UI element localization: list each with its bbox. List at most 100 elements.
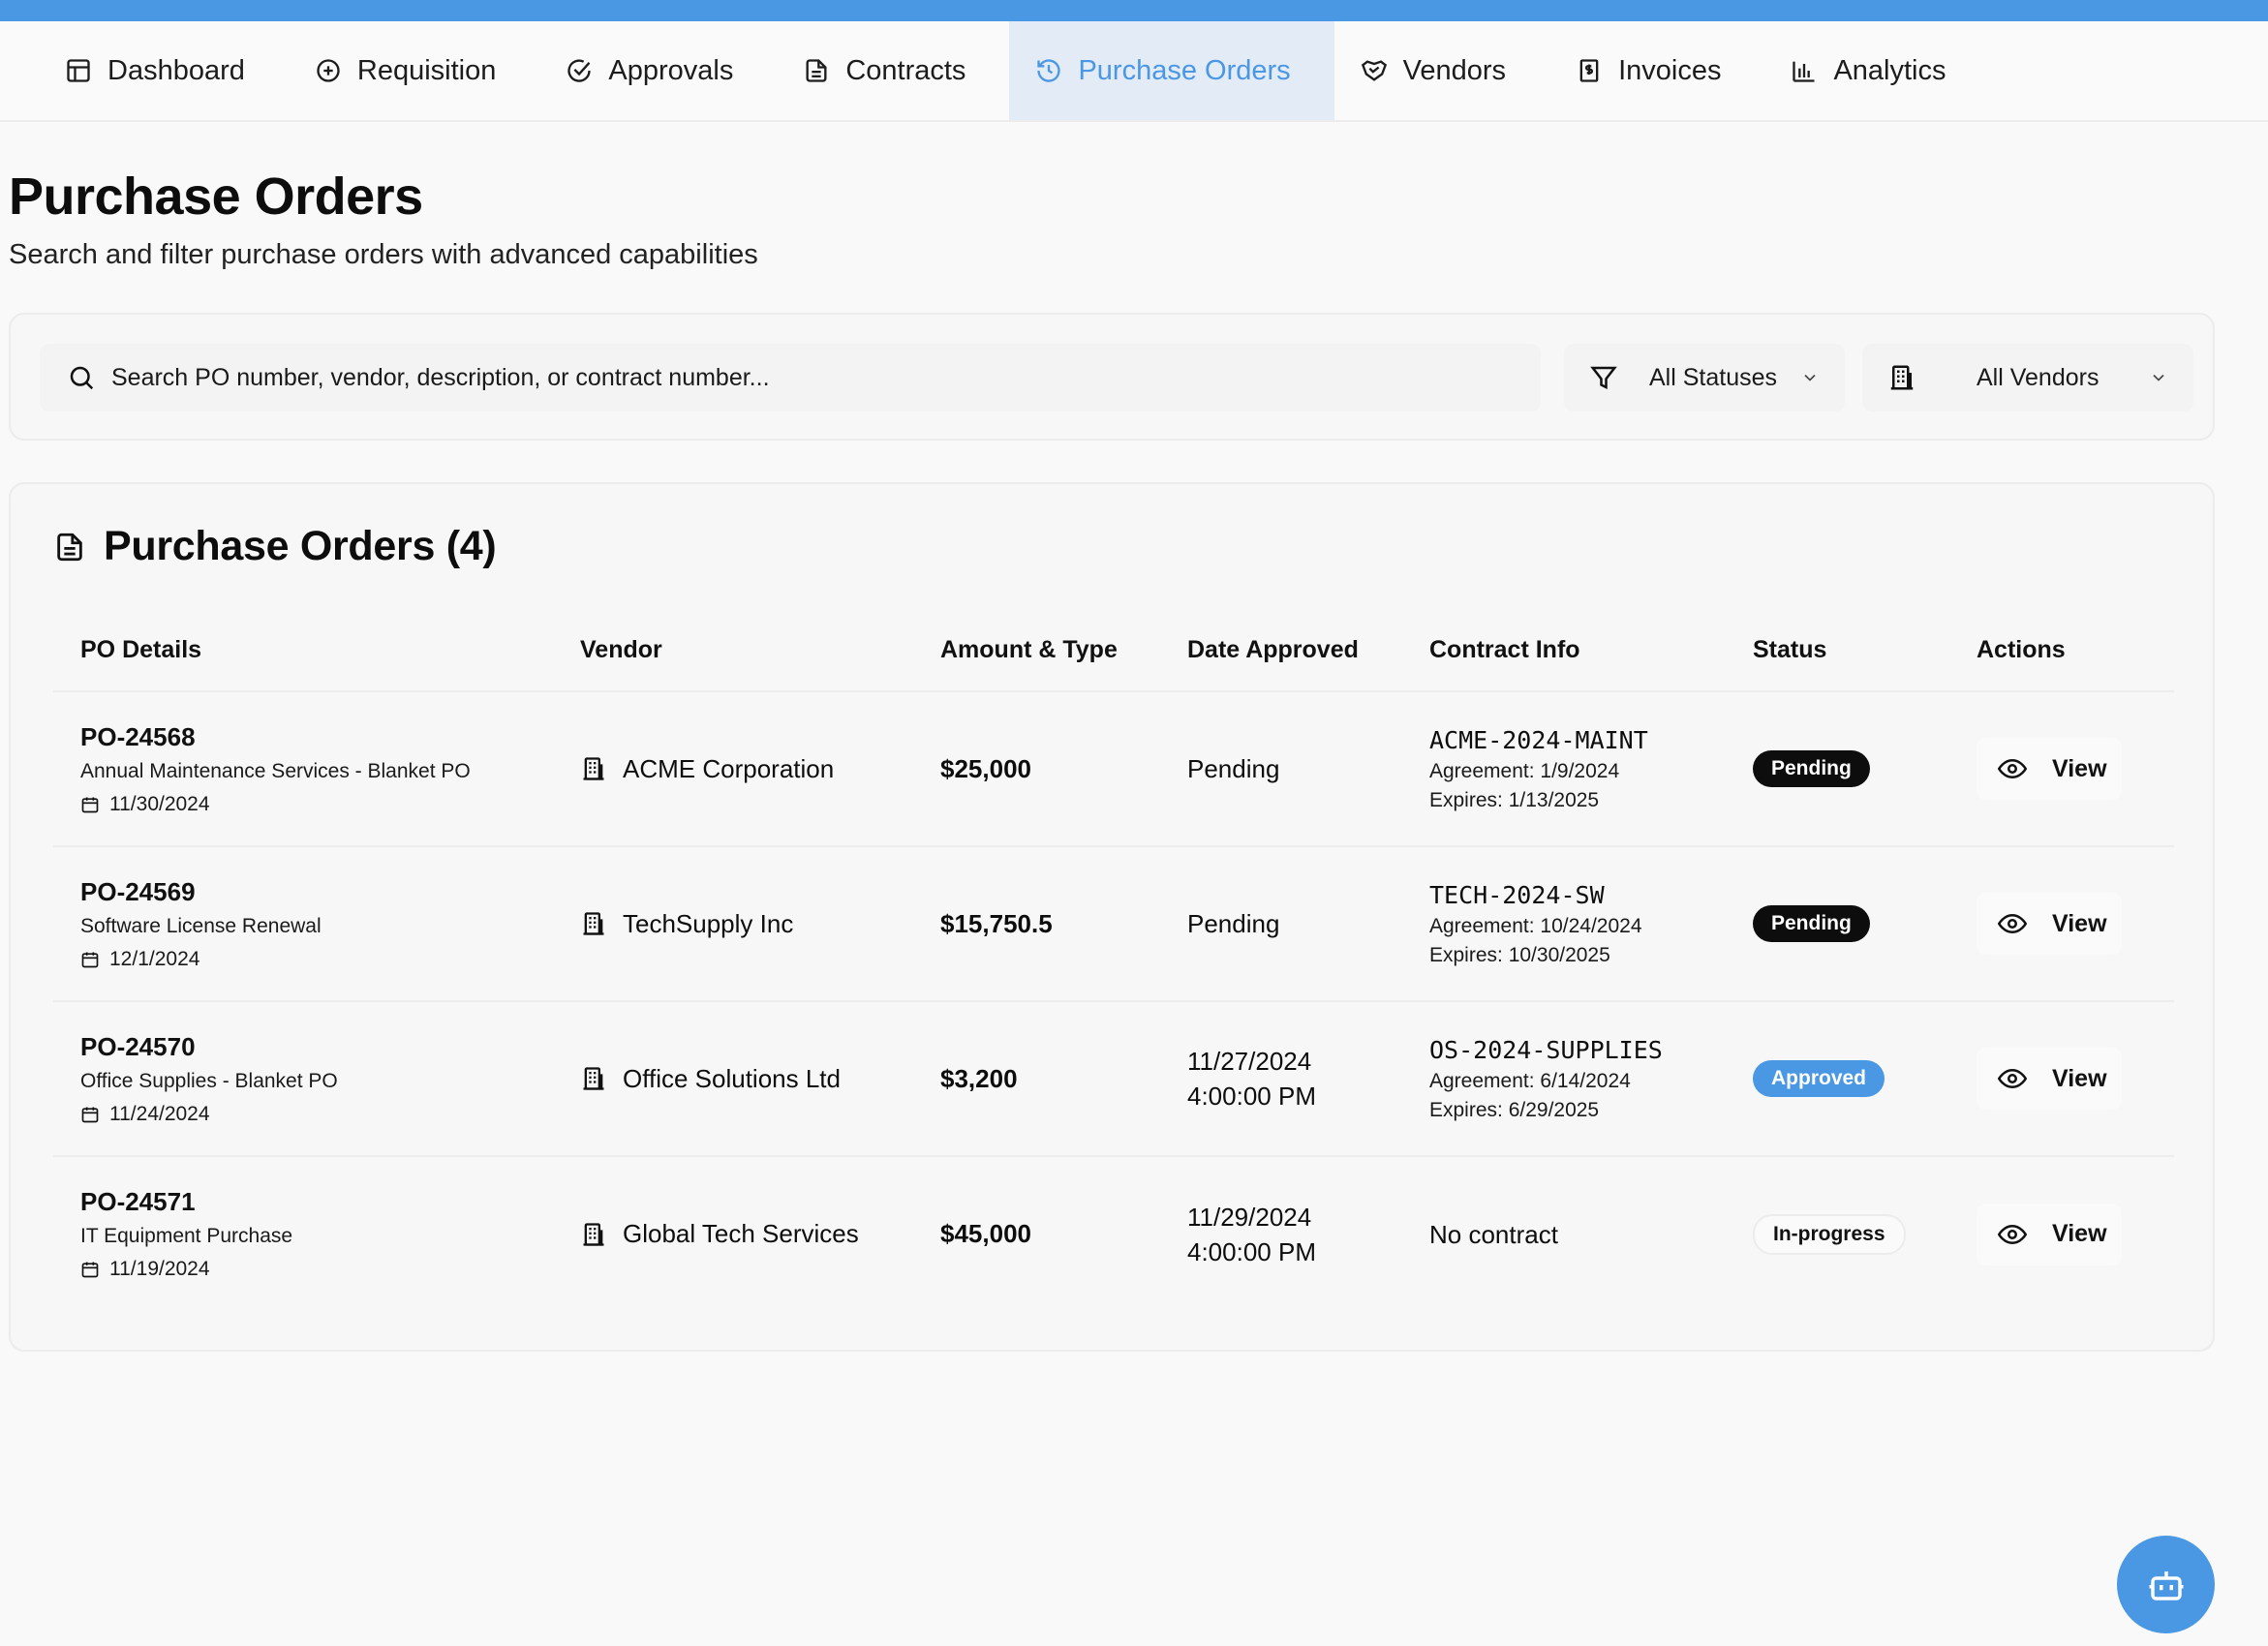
- column-header: Amount & Type: [913, 610, 1160, 692]
- nav-tab-approvals[interactable]: Approvals: [539, 21, 777, 120]
- table-row: PO-24570 Office Supplies - Blanket PO 11…: [53, 1001, 2174, 1157]
- contract-info-cell: TECH-2024-SW Agreement: 10/24/2024 Expir…: [1402, 846, 1726, 1002]
- view-button-label: View: [2052, 1064, 2107, 1092]
- status-badge: Approved: [1753, 1060, 1885, 1097]
- po-details-cell: PO-24571 IT Equipment Purchase 11/19/202…: [53, 1156, 553, 1311]
- date-approved-line1: Pending: [1187, 909, 1280, 938]
- nav-tab-requisition[interactable]: Requisition: [289, 21, 539, 120]
- contract-number: OS-2024-SUPPLIES: [1429, 1035, 1663, 1064]
- column-header: Date Approved: [1160, 610, 1402, 692]
- date-approved-cell: Pending: [1160, 846, 1402, 1002]
- po-amount: $15,750.5: [940, 908, 1053, 938]
- handshake-icon: [1361, 60, 1387, 81]
- po-description: Annual Maintenance Services - Blanket PO: [80, 759, 471, 782]
- layout-icon: [67, 59, 90, 82]
- po-date-text: 11/30/2024: [109, 792, 210, 815]
- search-box[interactable]: [40, 344, 1541, 412]
- view-button-label: View: [2052, 1220, 2107, 1247]
- po-date: 12/1/2024: [80, 948, 553, 971]
- date-approved-line1: Pending: [1187, 754, 1280, 783]
- po-number: PO-24570: [80, 1031, 196, 1061]
- table-row: PO-24569 Software License Renewal 12/1/2…: [53, 846, 2174, 1002]
- contract-number: TECH-2024-SW: [1429, 880, 1605, 909]
- nav-tab-analytics[interactable]: Analytics: [1764, 21, 1989, 120]
- date-approved-line2: 4:00:00 PM: [1187, 1236, 1316, 1266]
- status-cell: In-progress: [1726, 1156, 1949, 1311]
- view-button[interactable]: View: [1977, 1048, 2122, 1110]
- chevron-down-icon: [1804, 374, 1816, 381]
- nav-tab-vendors[interactable]: Vendors: [1334, 21, 1549, 120]
- po-details-cell: PO-24568 Annual Maintenance Services - B…: [53, 691, 553, 847]
- plus-circle-icon: [317, 59, 340, 82]
- date-approved-cell: Pending: [1160, 691, 1402, 847]
- po-date: 11/19/2024: [80, 1258, 553, 1281]
- eye-icon: [1998, 1224, 2027, 1244]
- vendor-name: ACME Corporation: [623, 753, 835, 783]
- main-nav: Dashboard Requisition Approvals Contract…: [0, 21, 2268, 122]
- view-button[interactable]: View: [1977, 1203, 2122, 1265]
- page-title: Purchase Orders: [9, 168, 423, 226]
- history-icon: [1037, 59, 1061, 82]
- building-icon: [583, 912, 604, 935]
- vendor-name: Office Solutions Ltd: [623, 1063, 841, 1093]
- check-circle-icon: [567, 59, 592, 82]
- contract-number: ACME-2024-MAINT: [1429, 725, 1648, 754]
- eye-icon: [1998, 1068, 2027, 1089]
- date-approved-line1: 11/27/2024: [1187, 1047, 1312, 1076]
- date-approved-line2: 4:00:00 PM: [1187, 1082, 1316, 1111]
- po-date-text: 11/24/2024: [109, 1102, 210, 1125]
- top-accent-bar: [0, 0, 2268, 21]
- column-header: Actions: [1949, 610, 2174, 692]
- nav-tab-purchase-orders[interactable]: Purchase Orders: [1009, 21, 1334, 120]
- nav-tab-invoices[interactable]: Invoices: [1549, 21, 1764, 120]
- status-cell: Approved: [1726, 1001, 1949, 1157]
- nav-tab-label: Vendors: [1402, 54, 1507, 86]
- status-cell: Pending: [1726, 846, 1949, 1002]
- po-date: 11/30/2024: [80, 793, 553, 816]
- building-icon: [583, 1222, 604, 1246]
- view-button[interactable]: View: [1977, 738, 2122, 800]
- po-amount: $25,000: [940, 753, 1031, 783]
- po-date: 11/24/2024: [80, 1103, 553, 1126]
- vendor-name: TechSupply Inc: [623, 908, 794, 938]
- status-filter-value: All Statuses: [1649, 363, 1778, 391]
- nav-tab-label: Purchase Orders: [1078, 54, 1291, 86]
- vendor-name: Global Tech Services: [623, 1219, 859, 1248]
- status-filter-select[interactable]: All Statuses: [1564, 344, 1845, 412]
- actions-cell: View: [1949, 691, 2174, 847]
- no-contract-text: No contract: [1429, 1219, 1558, 1249]
- actions-cell: View: [1949, 1156, 2174, 1311]
- vendor-cell: TechSupply Inc: [553, 846, 913, 1002]
- calendar-icon: [81, 797, 99, 812]
- date-approved-cell: 11/27/2024 4:00:00 PM: [1160, 1001, 1402, 1157]
- nav-tab-contracts[interactable]: Contracts: [777, 21, 1009, 120]
- purchase-orders-table: PO Details Vendor Amount & Type Date App…: [53, 610, 2174, 1311]
- calendar-icon: [81, 1107, 99, 1122]
- nav-tab-label: Requisition: [356, 54, 497, 86]
- column-header: PO Details: [53, 610, 553, 692]
- purchase-orders-card: Purchase Orders (4) PO Details Vendor Am…: [9, 482, 2215, 1352]
- po-amount: $45,000: [940, 1219, 1031, 1248]
- card-title: Purchase Orders (4): [53, 523, 497, 570]
- vendor-cell: Office Solutions Ltd: [553, 1001, 913, 1157]
- building-icon: [1890, 365, 1914, 390]
- po-description: Office Supplies - Blanket PO: [80, 1069, 338, 1092]
- assistant-bot-button[interactable]: [2117, 1536, 2215, 1633]
- view-button-label: View: [2052, 754, 2107, 782]
- calendar-icon: [81, 1262, 99, 1278]
- bar-chart-icon: [1793, 61, 1815, 82]
- status-badge: Pending: [1753, 905, 1870, 942]
- contract-expires: Expires: 1/13/2025: [1429, 788, 1600, 811]
- amount-cell: $45,000: [913, 1156, 1160, 1311]
- vendor-filter-select[interactable]: All Vendors: [1862, 344, 2193, 412]
- building-icon: [583, 757, 604, 780]
- nav-tab-dashboard[interactable]: Dashboard: [39, 21, 289, 120]
- contract-info-cell: ACME-2024-MAINT Agreement: 1/9/2024 Expi…: [1402, 691, 1726, 847]
- view-button[interactable]: View: [1977, 893, 2122, 955]
- view-button-label: View: [2052, 909, 2107, 937]
- eye-icon: [1998, 913, 2027, 934]
- search-input[interactable]: [111, 363, 1467, 392]
- calendar-icon: [81, 952, 99, 967]
- vendor-cell: ACME Corporation: [553, 691, 913, 847]
- contract-info-cell: OS-2024-SUPPLIES Agreement: 6/14/2024 Ex…: [1402, 1001, 1726, 1157]
